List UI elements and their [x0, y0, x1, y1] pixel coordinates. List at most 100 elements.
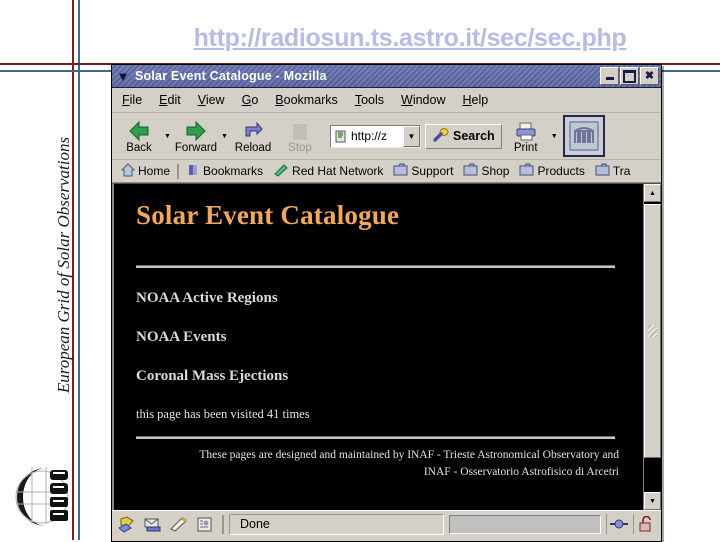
bookmark-redhat-label: Red Hat Network	[292, 164, 384, 178]
window-title: Solar Event Catalogue - Mozilla	[135, 69, 327, 83]
link-noaa-active-regions[interactable]: NOAA Active Regions	[136, 290, 625, 307]
bookmark-training-label: Tra	[612, 164, 631, 178]
menu-window[interactable]: Window	[401, 93, 445, 107]
page-footer-line-2: INAF - Osservatorio Astrofisico di Arcet…	[423, 465, 619, 478]
minimize-button[interactable]	[600, 67, 619, 85]
link-coronal-mass-ejections[interactable]: Coronal Mass Ejections	[136, 368, 625, 385]
bookmarks-toolbar: Home Bookmarks Red Hat Network Support S…	[112, 160, 661, 183]
printer-icon	[514, 119, 538, 142]
window-titlebar: ▼ Solar Event Catalogue - Mozilla ✖	[112, 65, 661, 88]
search-button[interactable]: Search	[425, 123, 502, 149]
navigation-toolbar: Back ▼ Forward ▼ Reload Stop http://z ▼ …	[112, 113, 661, 160]
print-dropdown-arrow[interactable]: ▼	[550, 115, 559, 157]
maximize-button[interactable]	[620, 67, 639, 85]
plug-icon[interactable]	[606, 514, 631, 534]
folder-icon	[463, 163, 478, 179]
menu-go[interactable]: Go	[242, 93, 259, 107]
egso-logo	[12, 462, 78, 532]
unlocked-padlock-icon[interactable]	[633, 514, 658, 534]
visit-counter: this page has been visited 41 times	[136, 407, 310, 421]
menu-tools[interactable]: Tools	[355, 93, 384, 107]
forward-arrow-icon	[184, 119, 208, 142]
print-label: Print	[513, 141, 538, 154]
addressbook-icon[interactable]	[193, 514, 217, 534]
slide-title-url: http://radiosun.ts.astro.it/sec/sec.php	[193, 24, 627, 52]
page-footer-line-1: These pages are designed and maintained …	[199, 449, 619, 461]
scrollbar-track[interactable]	[644, 202, 661, 492]
menu-view[interactable]: View	[198, 93, 225, 107]
scroll-up-button[interactable]: ▲	[644, 184, 661, 202]
page-title: Solar Event Catalogue	[136, 200, 400, 230]
bookmark-bookmarks-label: Bookmarks	[203, 164, 264, 178]
stop-icon	[290, 119, 310, 142]
url-dropdown-button[interactable]: ▼	[403, 125, 420, 147]
reload-label: Reload	[234, 141, 272, 154]
close-button[interactable]: ✖	[640, 67, 659, 85]
navigator-icon[interactable]	[115, 514, 139, 534]
statusbar: Done	[112, 510, 661, 537]
page-viewport: Solar Event Catalogue NOAA Active Region…	[112, 183, 661, 510]
composer-icon[interactable]	[167, 514, 191, 534]
forward-dropdown-arrow[interactable]: ▼	[220, 115, 229, 157]
stop-button: Stop	[277, 115, 323, 157]
vertical-scrollbar[interactable]: ▲ ▼	[643, 184, 661, 510]
folder-icon	[595, 163, 610, 179]
back-dropdown-arrow[interactable]: ▼	[163, 115, 172, 157]
menu-bookmarks[interactable]: Bookmarks	[275, 93, 338, 107]
page-divider-bottom	[136, 436, 615, 439]
url-bar[interactable]: http://z ▼	[330, 124, 421, 148]
menu-help[interactable]: Help	[462, 93, 488, 107]
page-divider-top	[136, 265, 615, 268]
page-footer: These pages are designed and maintained …	[144, 447, 619, 480]
status-message: Done	[229, 513, 444, 535]
redhat-icon	[273, 163, 289, 180]
folder-icon	[519, 163, 534, 179]
decoration-vertical-rule-blue	[78, 0, 80, 540]
scrollbar-grip-icon	[648, 325, 657, 337]
egso-logo-icon	[15, 467, 69, 526]
link-noaa-events[interactable]: NOAA Events	[136, 329, 625, 346]
home-icon	[120, 162, 136, 180]
close-icon: ✖	[644, 69, 655, 82]
forward-button[interactable]: Forward	[173, 115, 219, 157]
search-label: Search	[453, 129, 495, 143]
page-content: Solar Event Catalogue NOAA Active Region…	[114, 184, 643, 510]
toolbar-separator	[177, 163, 180, 179]
mozilla-logo-icon[interactable]	[562, 115, 605, 157]
browser-window: ▼ Solar Event Catalogue - Mozilla ✖ FFil…	[111, 64, 662, 542]
bookmark-shop[interactable]: Shop	[458, 161, 514, 181]
scroll-down-button[interactable]: ▼	[644, 492, 661, 510]
url-input[interactable]: http://z	[351, 129, 403, 143]
bookmark-support-label: Support	[411, 164, 454, 178]
bookmark-training[interactable]: Tra	[590, 161, 636, 181]
scrollbar-thumb[interactable]	[644, 204, 661, 458]
mail-icon[interactable]	[141, 514, 165, 534]
bookmark-home-label: Home	[138, 164, 171, 178]
print-button[interactable]: Print	[503, 115, 549, 157]
bookmark-bookmarks[interactable]: Bookmarks	[181, 161, 268, 181]
back-label: Back	[126, 141, 152, 154]
page-icon	[331, 127, 351, 146]
bookmark-shop-label: Shop	[481, 164, 510, 178]
menubar: FFileile Edit View Go Bookmarks Tools Wi…	[112, 88, 661, 113]
bookmark-redhat-network[interactable]: Red Hat Network	[268, 161, 388, 181]
bookmark-products[interactable]: Products	[514, 161, 589, 181]
search-icon	[432, 127, 450, 146]
chevron-down-icon[interactable]: ▼	[114, 67, 132, 85]
bookmark-home[interactable]: Home	[116, 161, 175, 181]
back-button[interactable]: Back	[116, 115, 162, 157]
menu-edit[interactable]: Edit	[159, 93, 181, 107]
forward-label: Forward	[174, 141, 218, 154]
reload-icon	[241, 119, 265, 142]
reload-button[interactable]: Reload	[230, 115, 276, 157]
bookmark-folder-icon	[186, 163, 200, 180]
bookmark-support[interactable]: Support	[388, 161, 458, 181]
minimize-icon	[605, 77, 614, 80]
back-arrow-icon	[127, 119, 151, 142]
menu-file[interactable]: FFileile	[122, 93, 142, 107]
progress-bar	[449, 514, 601, 534]
stop-label: Stop	[288, 141, 312, 154]
folder-icon	[393, 163, 408, 179]
slide-side-caption: European Grid of Solar Observations	[54, 136, 73, 394]
bookmark-products-label: Products	[537, 164, 585, 178]
